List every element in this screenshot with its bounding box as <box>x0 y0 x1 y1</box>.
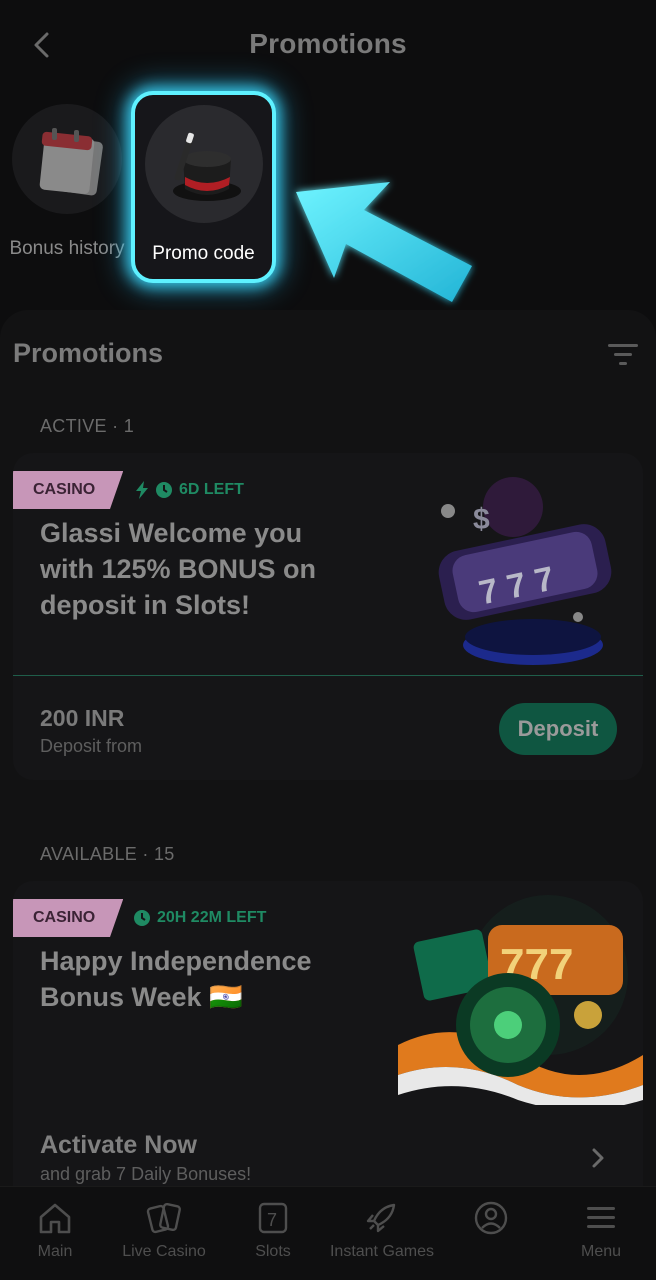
promo-title: Happy Independence Bonus Week 🇮🇳 <box>40 943 312 1015</box>
active-section-label: ACTIVE · 1 <box>40 416 135 436</box>
promo-title-line: deposit in Slots! <box>40 590 251 620</box>
top-bar: Promotions <box>0 0 656 90</box>
available-section-label: AVAILABLE · 15 <box>40 844 175 864</box>
pointer-arrow-icon <box>296 182 472 302</box>
promo-code-shortcut[interactable]: Promo code <box>131 91 276 283</box>
category-badge: CASINO <box>13 471 124 509</box>
promo-title-line: Happy Independence <box>40 946 312 976</box>
clock-icon <box>134 910 150 926</box>
menu-icon <box>587 1207 615 1228</box>
nav-item-main[interactable]: Main <box>0 1201 110 1261</box>
chevron-right-icon[interactable] <box>587 1145 609 1171</box>
nav-label: Main <box>37 1243 73 1260</box>
nav-item-slots[interactable]: 7 Slots <box>218 1201 328 1261</box>
timer-text: 20H 22M LEFT <box>157 909 267 926</box>
clock-icon <box>156 482 172 498</box>
promotions-heading: Promotions <box>13 338 164 368</box>
cards-icon <box>146 1202 181 1234</box>
deposit-button[interactable]: Deposit <box>499 703 617 755</box>
page-title: Promotions <box>249 28 407 59</box>
activate-subtitle: and grab 7 Daily Bonuses! <box>40 1164 252 1184</box>
profile-icon <box>474 1201 508 1235</box>
nav-item-menu[interactable]: Menu <box>546 1201 656 1261</box>
promo-title-line: Glassi Welcome you <box>40 518 303 548</box>
bottom-nav: Main Live Casino 7 Slots Instant Games M… <box>0 1186 656 1280</box>
activate-title: Activate Now <box>40 1131 197 1159</box>
magic-hat-icon <box>144 105 263 223</box>
time-left: 20H 22M LEFT <box>133 909 266 927</box>
promo-title: Glassi Welcome you with 125% BONUS on de… <box>40 515 316 623</box>
deposit-from-label: Deposit from <box>40 736 143 756</box>
filter-icon[interactable] <box>606 340 640 370</box>
nav-label: Menu <box>580 1243 622 1260</box>
rocket-icon <box>366 1203 396 1233</box>
roulette-slots-icon: 777 <box>398 895 643 1105</box>
nav-label: Instant Games <box>329 1243 435 1260</box>
time-left: 6D LEFT <box>135 481 244 499</box>
promo-code-label: Promo code <box>152 243 255 264</box>
nav-item-live-casino[interactable]: Live Casino <box>109 1201 219 1261</box>
promo-title-line: with 125% BONUS on <box>40 554 317 584</box>
deposit-amount: 200 INR <box>40 705 125 731</box>
available-promo-card[interactable]: CASINO 20H 22M LEFT Happy Independence B… <box>13 881 643 1186</box>
nav-label: Slots <box>255 1243 291 1260</box>
active-promo-card[interactable]: CASINO 6D LEFT Glassi Welcome you with 1… <box>13 453 643 780</box>
slot-machine-icon: 7 7 7 $ <box>438 477 612 665</box>
lightning-icon <box>136 481 148 499</box>
bonus-history-shortcut[interactable]: Bonus history <box>0 96 136 260</box>
svg-text:$: $ <box>473 503 490 536</box>
slot-seven-icon: 7 <box>258 1202 288 1234</box>
nav-label: Live Casino <box>122 1243 206 1260</box>
nav-item-profile[interactable] <box>436 1201 546 1243</box>
bonus-history-label: Bonus history <box>9 238 125 259</box>
home-icon <box>39 1203 71 1234</box>
card-divider <box>13 675 643 676</box>
nav-item-instant-games[interactable]: Instant Games <box>327 1201 437 1261</box>
timer-text: 6D LEFT <box>179 481 244 498</box>
svg-text:7: 7 <box>267 1210 277 1230</box>
promo-title-line: Bonus Week 🇮🇳 <box>40 982 243 1012</box>
calendar-icon <box>12 104 122 214</box>
category-badge: CASINO <box>13 899 124 937</box>
